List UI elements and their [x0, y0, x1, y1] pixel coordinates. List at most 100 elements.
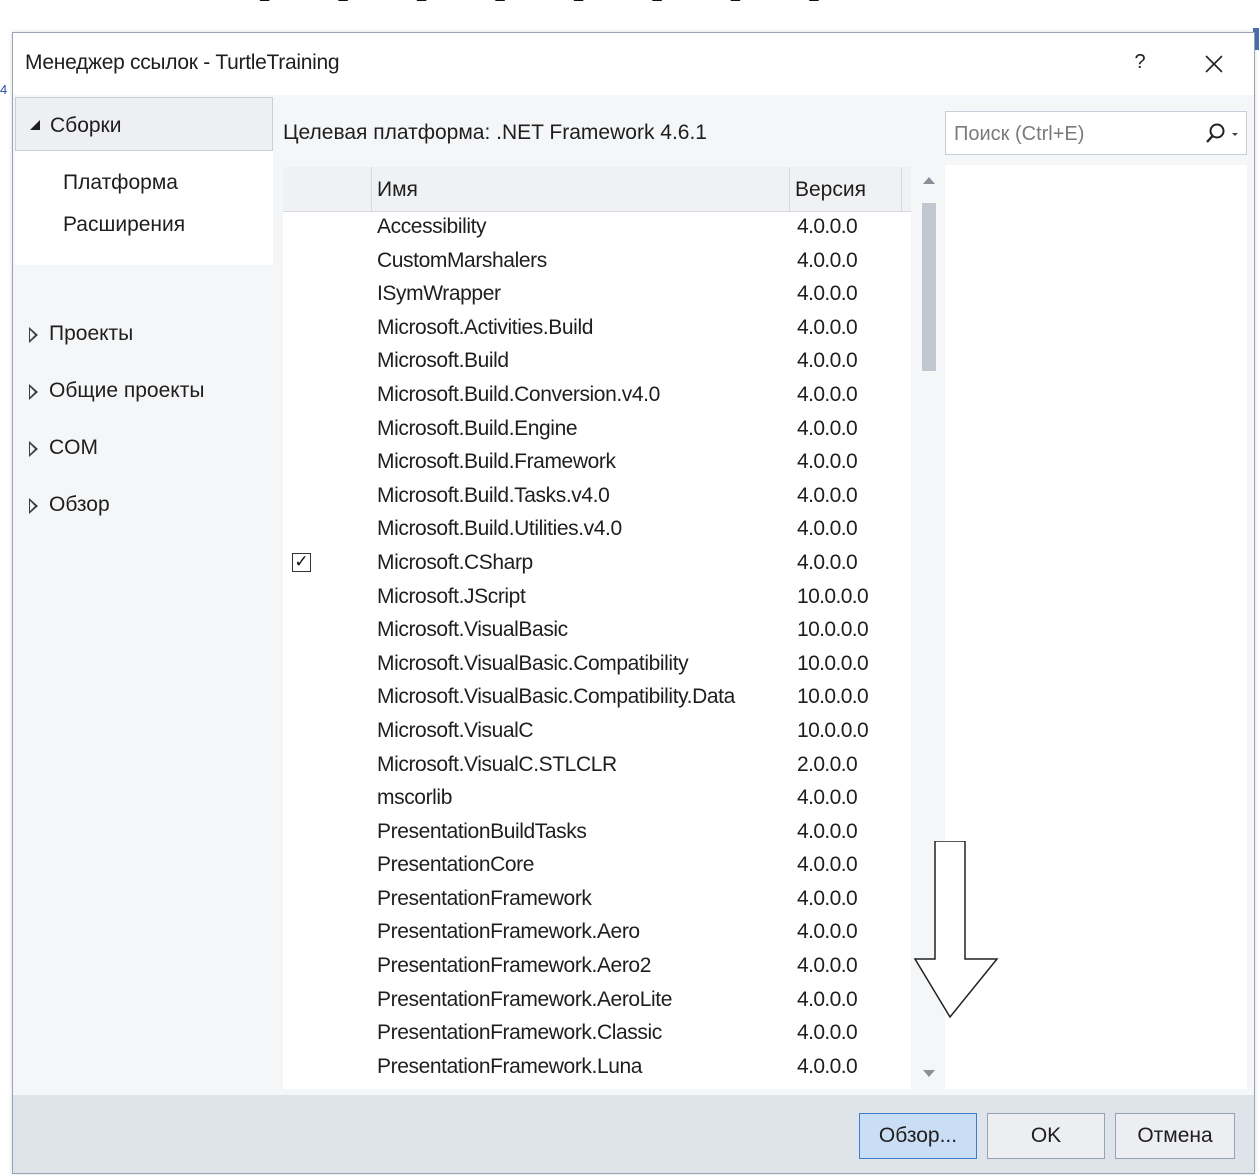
scrollbar-thumb[interactable] [922, 203, 936, 371]
assembly-version: 4.0.0.0 [797, 215, 858, 238]
assembly-row[interactable]: mscorlib 4.0.0.0 [283, 782, 911, 816]
column-separator[interactable] [371, 167, 372, 211]
assembly-row[interactable]: PresentationFramework.Luna 4.0.0.0 [283, 1051, 911, 1085]
assembly-name: CustomMarshalers [377, 248, 547, 272]
assembly-row[interactable]: Microsoft.Build.Framework 4.0.0.0 [283, 446, 911, 480]
assembly-name: PresentationBuildTasks [377, 819, 587, 843]
assembly-name: Microsoft.Build.Engine [377, 416, 578, 440]
nav-item-label: COM [49, 436, 98, 459]
category-nav: Сборки Платформа Расширения Проекты Общи… [15, 97, 273, 1091]
nav-group-label: Сборки [50, 114, 122, 137]
assembly-name: Microsoft.VisualC.STLCLR [377, 752, 617, 776]
assembly-name: mscorlib [377, 786, 452, 810]
close-button[interactable] [1197, 47, 1231, 81]
dialog-footer: Обзор... OK Отмена [13, 1095, 1254, 1173]
dialog-title: Менеджер ссылок - TurtleTraining [25, 51, 340, 74]
assembly-name: Microsoft.Build.Utilities.v4.0 [377, 517, 622, 541]
nav-group-assemblies[interactable]: Сборки [15, 97, 273, 151]
assembly-version: 4.0.0.0 [797, 483, 858, 507]
assembly-name: Microsoft.Build.Conversion.v4.0 [377, 382, 660, 406]
assembly-row[interactable]: PresentationFramework.Aero2 4.0.0.0 [283, 950, 911, 984]
help-button[interactable]: ? [1125, 47, 1155, 77]
assembly-name: Microsoft.Build.Tasks.v4.0 [377, 483, 610, 507]
slide-margin-mark: 4 [0, 82, 8, 97]
assembly-row[interactable]: PresentationFramework.Aero 4.0.0.0 [283, 916, 911, 950]
assembly-name: Microsoft.Build.Framework [377, 450, 616, 474]
assembly-row[interactable]: Microsoft.Build.Conversion.v4.0 4.0.0.0 [283, 379, 911, 413]
assembly-row[interactable]: Microsoft.Build.Tasks.v4.0 4.0.0.0 [283, 480, 911, 514]
assembly-name: Microsoft.VisualBasic.Compatibility.Data [377, 685, 735, 709]
column-separator [901, 167, 902, 211]
assembly-version: 4.0.0.0 [797, 382, 858, 406]
nav-item-label: Обзор [49, 493, 110, 516]
assembly-name: PresentationFramework.AeroLite [377, 987, 672, 1011]
assembly-version: 10.0.0.0 [797, 584, 869, 608]
assembly-name: Microsoft.VisualC [377, 718, 534, 742]
column-header-name[interactable]: Имя [377, 178, 418, 202]
assembly-row[interactable]: Microsoft.Build 4.0.0.0 [283, 345, 911, 379]
assembly-row[interactable]: PresentationFramework.AeroLite 4.0.0.0 [283, 984, 911, 1018]
search-box [945, 111, 1247, 155]
assembly-version: 4.0.0.0 [797, 954, 858, 978]
assembly-version: 4.0.0.0 [797, 1021, 858, 1045]
assembly-name: ISymWrapper [377, 282, 501, 306]
assembly-row[interactable]: PresentationBuildTasks 4.0.0.0 [283, 816, 911, 850]
assembly-row[interactable]: Microsoft.VisualBasic.Compatibility.Data… [283, 681, 911, 715]
assembly-row[interactable]: CustomMarshalers 4.0.0.0 [283, 245, 911, 279]
assembly-row[interactable]: Microsoft.Build.Utilities.v4.0 4.0.0.0 [283, 513, 911, 547]
assembly-version: 4.0.0.0 [797, 349, 858, 373]
assembly-row[interactable]: Microsoft.VisualBasic.Compatibility 10.0.… [283, 648, 911, 682]
nav-subitem-framework[interactable]: Платформа [63, 171, 178, 195]
browse-button[interactable]: Обзор... [859, 1113, 977, 1159]
assembly-name: PresentationFramework.Aero2 [377, 954, 651, 978]
scroll-hint-arrow-icon [913, 841, 999, 1019]
nav-subitems: Платформа Расширения [15, 151, 273, 265]
assembly-version: 4.0.0.0 [797, 248, 858, 272]
cancel-button[interactable]: Отмена [1115, 1113, 1235, 1159]
assembly-row[interactable]: PresentationFramework 4.0.0.0 [283, 883, 911, 917]
assembly-version: 4.0.0.0 [797, 1054, 858, 1078]
nav-item-com[interactable]: COM [15, 429, 273, 469]
assembly-version: 4.0.0.0 [797, 315, 858, 339]
nav-item-browse[interactable]: Обзор [15, 486, 273, 526]
column-separator[interactable] [789, 167, 790, 211]
nav-item-label: Общие проекты [49, 379, 205, 402]
nav-subitem-extensions[interactable]: Расширения [63, 213, 185, 237]
search-input[interactable] [954, 121, 1184, 147]
nav-item-label: Проекты [49, 322, 134, 345]
assembly-row[interactable]: Microsoft.VisualC.STLCLR 2.0.0.0 [283, 749, 911, 783]
assembly-name: PresentationFramework.Aero [377, 920, 640, 944]
assembly-version: 4.0.0.0 [797, 920, 858, 944]
column-header-version[interactable]: Версия [795, 178, 866, 202]
assembly-version: 4.0.0.0 [797, 886, 858, 910]
assembly-version: 4.0.0.0 [797, 450, 858, 474]
collapsed-triangle-icon [29, 327, 38, 343]
scroll-down-arrow-icon[interactable] [923, 1070, 935, 1077]
assembly-name: Microsoft.Build [377, 349, 509, 373]
page: · · · · · · · · 4 Менеджер ссылок - Turt… [0, 0, 1259, 1175]
assembly-row[interactable]: Accessibility 4.0.0.0 [283, 211, 911, 245]
ok-button[interactable]: OK [987, 1113, 1105, 1159]
assembly-row[interactable]: Microsoft.VisualC 10.0.0.0 [283, 715, 911, 749]
dialog-titlebar: Менеджер ссылок - TurtleTraining ? [13, 33, 1254, 95]
assembly-version: 4.0.0.0 [797, 786, 858, 810]
grid-header: Имя Версия [283, 167, 911, 212]
nav-item-shared-projects[interactable]: Общие проекты [15, 372, 273, 412]
assembly-row[interactable]: Microsoft.VisualBasic 10.0.0.0 [283, 614, 911, 648]
assembly-row[interactable]: ISymWrapper 4.0.0.0 [283, 278, 911, 312]
assembly-name: Microsoft.JScript [377, 584, 526, 608]
scroll-up-arrow-icon[interactable] [923, 177, 935, 184]
assembly-version: 4.0.0.0 [797, 282, 858, 306]
assembly-row[interactable]: PresentationCore 4.0.0.0 [283, 849, 911, 883]
assembly-row[interactable]: Microsoft.JScript 10.0.0.0 [283, 581, 911, 615]
search-icon[interactable] [1202, 121, 1242, 147]
assembly-version: 4.0.0.0 [797, 416, 858, 440]
nav-item-projects[interactable]: Проекты [15, 315, 273, 355]
assembly-row[interactable]: ✓ Microsoft.CSharp 4.0.0.0 [283, 547, 911, 581]
assembly-name: PresentationFramework.Classic [377, 1021, 662, 1045]
assembly-row[interactable]: Microsoft.Activities.Build 4.0.0.0 [283, 312, 911, 346]
assembly-row[interactable]: PresentationFramework.Classic 4.0.0.0 [283, 1017, 911, 1051]
assembly-name: Accessibility [377, 215, 487, 238]
include-checkbox[interactable]: ✓ [292, 552, 311, 572]
assembly-row[interactable]: Microsoft.Build.Engine 4.0.0.0 [283, 413, 911, 447]
